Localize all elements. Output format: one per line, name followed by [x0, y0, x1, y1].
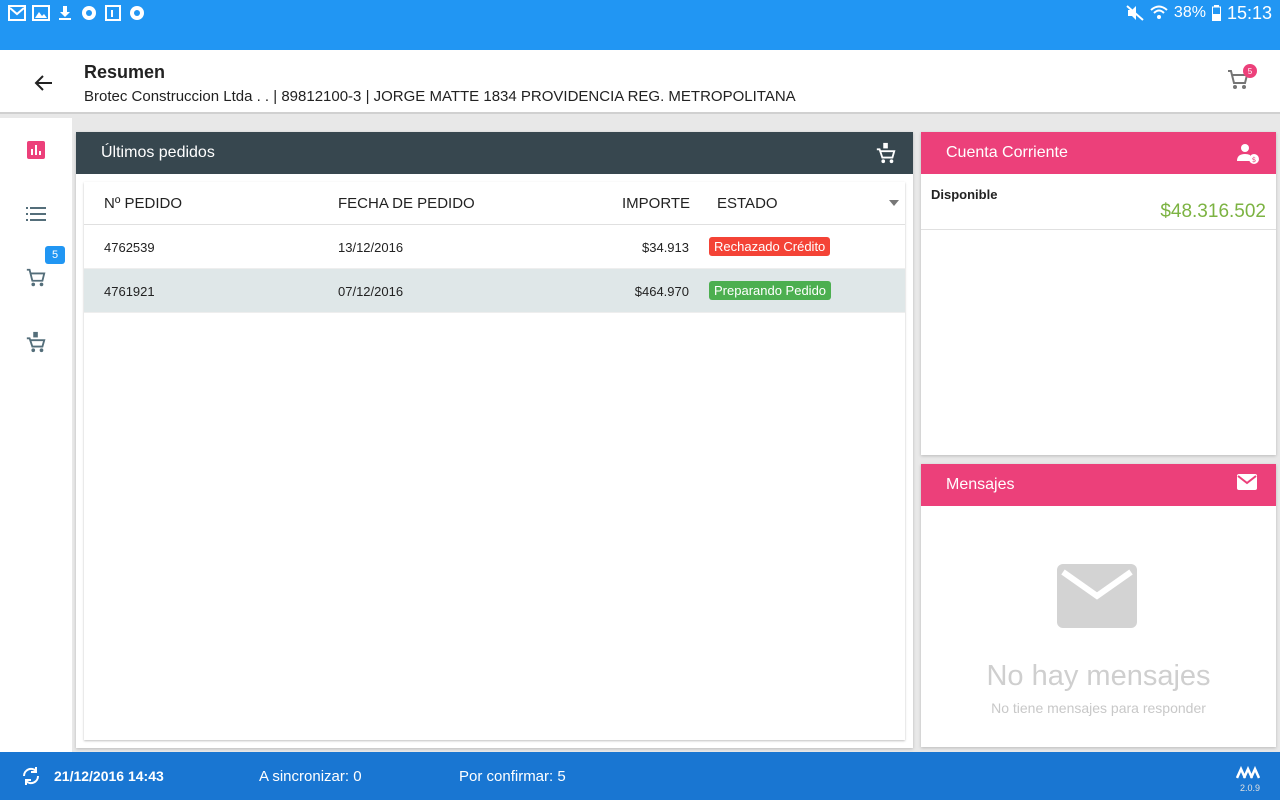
chrome-icon — [80, 4, 98, 22]
table-row[interactable]: 4761921 07/12/2016 $464.970 Preparando P… — [84, 269, 905, 313]
account-title: Cuenta Corriente — [946, 144, 1068, 161]
clock: 15:13 — [1226, 2, 1272, 23]
table-row[interactable]: 4762539 13/12/2016 $34.913 Rechazado Cré… — [84, 225, 905, 269]
recent-orders-header: Últimos pedidos — [76, 132, 913, 174]
bar-chart-icon — [27, 141, 45, 159]
account-user-icon[interactable]: $ — [1236, 141, 1260, 165]
mail-icon — [1057, 564, 1137, 628]
cart-count-badge: 5 — [1243, 64, 1257, 78]
mute-icon — [1126, 5, 1144, 21]
cart-button[interactable]: 5 — [1226, 64, 1257, 96]
notification-icons — [8, 4, 146, 22]
mail-button[interactable] — [1236, 473, 1260, 497]
last-sync-datetime: 21/12/2016 14:43 — [54, 768, 164, 784]
status-badge: Preparando Pedido — [709, 281, 832, 300]
chrome-icon — [128, 4, 146, 22]
available-amount: $48.316.502 — [1160, 201, 1266, 222]
svg-text:$: $ — [1252, 156, 1256, 164]
sort-dropdown-icon[interactable] — [889, 200, 899, 206]
orders-cart-button[interactable] — [875, 142, 897, 164]
cart-orders-icon — [26, 331, 46, 353]
list-icon — [26, 207, 46, 221]
order-number: 4762539 — [104, 240, 155, 255]
app-bar: Resumen Brotec Construccion Ltda . . | 8… — [0, 50, 1280, 114]
nav-dashboard[interactable] — [22, 136, 50, 164]
recent-orders-title: Últimos pedidos — [101, 144, 215, 161]
orders-table: Nº PEDIDO FECHA DE PEDIDO IMPORTE ESTADO… — [84, 182, 905, 740]
order-date: 07/12/2016 — [338, 284, 404, 299]
column-header-status[interactable]: ESTADO — [717, 195, 778, 212]
brand-logo-icon — [1235, 765, 1261, 780]
nav-list[interactable] — [22, 200, 50, 228]
sync-button[interactable] — [20, 765, 42, 787]
table-header: Nº PEDIDO FECHA DE PEDIDO IMPORTE ESTADO — [84, 182, 905, 225]
nav-cart[interactable]: 5 — [22, 246, 65, 292]
app-version: 2.0.9 — [1239, 783, 1260, 793]
image-icon — [32, 4, 50, 22]
order-date: 13/12/2016 — [338, 240, 404, 255]
sync-icon — [22, 767, 40, 785]
page-title: Resumen — [84, 62, 166, 82]
nav-cart-badge: 5 — [45, 246, 65, 264]
empty-messages-title: No hay mensajes — [986, 660, 1211, 692]
battery-icon — [1211, 5, 1221, 21]
account-panel: Cuenta Corriente $ Disponible $48.316.50… — [921, 132, 1276, 455]
wifi-icon — [1150, 5, 1168, 19]
customer-info: Brotec Construccion Ltda . . | 89812100-… — [84, 88, 796, 105]
back-button[interactable] — [30, 69, 58, 97]
column-header-order-number[interactable]: Nº PEDIDO — [104, 195, 182, 212]
divider — [921, 229, 1276, 230]
download-icon — [56, 4, 74, 22]
cart-orders-icon — [876, 142, 896, 164]
column-header-order-date[interactable]: FECHA DE PEDIDO — [338, 195, 475, 212]
recent-orders-panel: Últimos pedidos Nº PEDIDO FECHA DE PEDID… — [76, 132, 913, 748]
order-amount: $464.970 — [634, 284, 689, 299]
messages-title: Mensajes — [946, 476, 1015, 493]
arrow-back-icon — [34, 75, 52, 91]
order-amount: $34.913 — [642, 240, 689, 255]
status-badge: Rechazado Crédito — [709, 237, 831, 256]
system-status-bar: 38% 15:13 — [0, 0, 1280, 50]
empty-messages-subtitle: No tiene mensajes para responder — [991, 700, 1206, 716]
column-header-amount[interactable]: IMPORTE — [622, 195, 690, 212]
available-label: Disponible — [931, 187, 998, 202]
pending-confirm-count: Por confirmar: 5 — [459, 768, 566, 785]
messages-panel: Mensajes No hay mensajes No tiene mensaj… — [921, 464, 1276, 747]
cart-icon — [26, 268, 46, 287]
nav-orders[interactable] — [22, 328, 50, 356]
status-indicators: 38% 15:13 — [1126, 2, 1272, 24]
bottom-status-bar: 21/12/2016 14:43 A sincronizar: 0 Por co… — [0, 752, 1280, 800]
messages-header: Mensajes — [921, 464, 1276, 506]
order-number: 4761921 — [104, 284, 155, 299]
mail-icon — [1237, 474, 1257, 490]
calendar-icon — [104, 4, 122, 22]
side-navigation: 5 — [0, 118, 72, 752]
gmail-icon — [8, 4, 26, 22]
account-header: Cuenta Corriente $ — [921, 132, 1276, 174]
battery-percent: 38% — [1173, 4, 1206, 21]
pending-sync-count: A sincronizar: 0 — [259, 768, 362, 785]
